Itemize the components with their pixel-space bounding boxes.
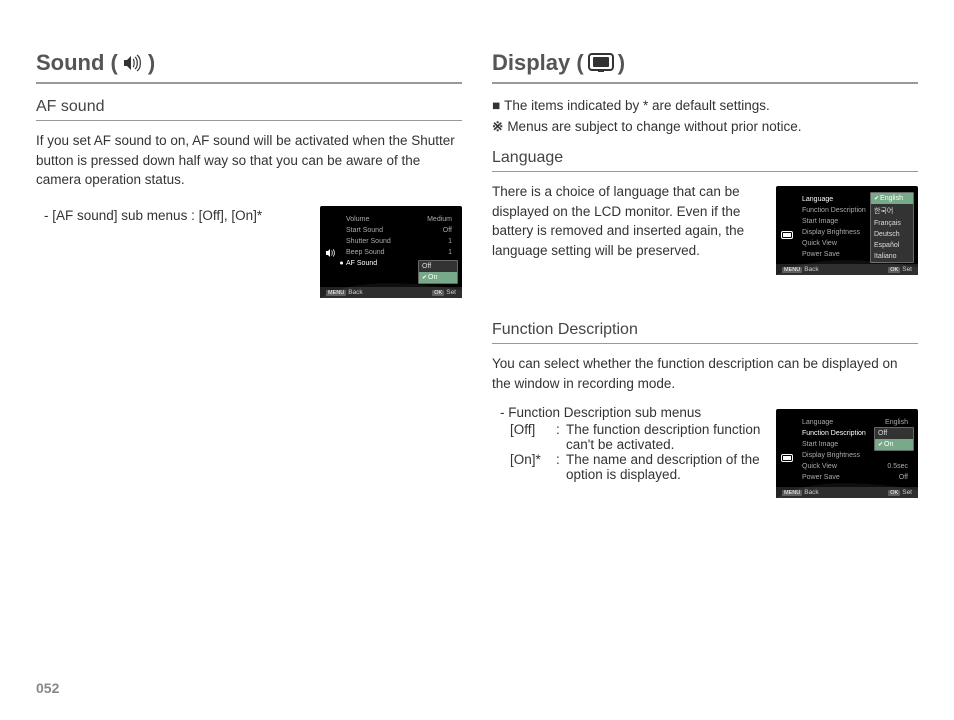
display-icon (780, 229, 794, 243)
af-sound-heading: AF sound (36, 98, 462, 121)
function-description-menu-screenshot: LanguageEnglish Function Description Sta… (776, 409, 918, 498)
title-prefix: Display ( (492, 50, 584, 76)
language-body: There is a choice of language that can b… (492, 182, 764, 260)
sound-title: Sound ( ) (36, 50, 462, 84)
display-icon (588, 53, 614, 73)
speaker-icon (324, 246, 338, 260)
title-suffix: ) (618, 50, 625, 76)
language-menu-screenshot: Language Function Description Start Imag… (776, 186, 918, 275)
af-sound-menu-screenshot: VolumeMedium Start SoundOff Shutter Soun… (320, 206, 462, 298)
speaker-icon (122, 53, 144, 73)
left-column: Sound ( ) AF sound If you set AF sound t… (36, 50, 462, 498)
language-heading: Language (492, 149, 918, 172)
title-prefix: Sound ( (36, 50, 118, 76)
note-change: ※Menus are subject to change without pri… (492, 119, 918, 135)
af-sound-submenus: - [AF sound] sub menus : [Off], [On]* (36, 208, 308, 223)
note-default: ■The items indicated by * are default se… (492, 98, 918, 113)
right-column: Display ( ) ■The items indicated by * ar… (492, 50, 918, 498)
display-title: Display ( ) (492, 50, 918, 84)
display-icon (780, 452, 794, 466)
function-description-submenus: - Function Description sub menus [Off] :… (492, 405, 764, 482)
menu-row: Language (802, 196, 833, 203)
function-description-heading: Function Description (492, 321, 918, 344)
page-number: 052 (36, 680, 59, 696)
title-suffix: ) (148, 50, 155, 76)
function-description-body: You can select whether the function desc… (492, 354, 918, 393)
af-sound-body: If you set AF sound to on, AF sound will… (36, 131, 462, 190)
